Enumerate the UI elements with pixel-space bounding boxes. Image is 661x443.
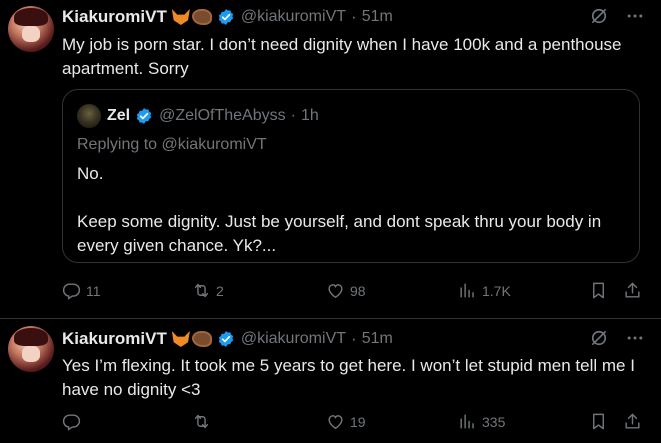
share-button[interactable] [623, 412, 642, 431]
name-emoji [171, 331, 212, 347]
author-handle[interactable]: @kiakuromiVT [241, 330, 346, 348]
verified-badge-icon [218, 9, 233, 25]
more-options-icon[interactable] [625, 328, 645, 348]
reply-icon [62, 414, 81, 431]
post-2[interactable]: KiakuromiVT @kiakuromiVT · 51m Yes I’m f… [0, 319, 661, 443]
author-avatar[interactable] [8, 326, 54, 372]
quoted-post-header: Zel @ZelOfTheAbyss · 1h [107, 104, 319, 128]
like-button[interactable]: 98 [326, 281, 366, 300]
scorpion-emoji-icon [191, 9, 212, 25]
bookmark-icon [593, 282, 604, 299]
reply-count: 11 [86, 282, 101, 299]
bookmark-icon [593, 413, 604, 430]
more-options-icon[interactable] [625, 6, 645, 26]
separator-dot: · [351, 329, 357, 348]
views-button[interactable]: 1.7K [458, 281, 511, 300]
post-action-bar: 19 335 [62, 412, 652, 434]
author-name[interactable]: KiakuromiVT [62, 329, 167, 349]
quoted-author-avatar[interactable] [77, 104, 101, 128]
heart-icon [328, 284, 343, 299]
author-handle[interactable]: @kiakuromiVT [241, 8, 346, 26]
separator-dot: · [351, 7, 357, 26]
views-count: 335 [482, 413, 506, 430]
like-button[interactable]: 19 [326, 412, 366, 431]
bookmark-button[interactable] [589, 281, 608, 300]
views-chart-icon [460, 414, 474, 429]
share-icon [625, 282, 640, 298]
separator-dot: · [290, 107, 296, 124]
replying-to-label: Replying to @kiakuromiVT [77, 136, 267, 153]
share-icon [625, 413, 640, 429]
author-name[interactable]: KiakuromiVT [62, 7, 167, 27]
name-emoji [171, 9, 212, 25]
fox-emoji-icon [171, 9, 190, 25]
repost-count: 2 [216, 282, 224, 299]
repost-icon [194, 414, 209, 429]
reply-button[interactable]: 11 [62, 281, 101, 300]
scorpion-emoji-icon [191, 331, 212, 347]
post-text: Yes I’m flexing. It took me 5 years to g… [62, 356, 640, 399]
post-text: My job is porn star. I don’t need dignit… [62, 35, 627, 78]
post-header: KiakuromiVT @kiakuromiVT · 51m [62, 328, 393, 350]
post-time[interactable]: 51m [362, 8, 393, 26]
reply-button[interactable] [62, 412, 86, 431]
share-button[interactable] [623, 281, 642, 300]
repost-button[interactable]: 2 [192, 281, 224, 300]
views-chart-icon [460, 283, 474, 298]
post-corner-actions [589, 6, 645, 26]
fox-emoji-icon [171, 331, 190, 347]
repost-button[interactable] [192, 412, 216, 431]
reply-icon [62, 283, 81, 300]
quoted-post[interactable]: Zel @ZelOfTheAbyss · 1h Replying to @kia… [62, 89, 640, 263]
post-corner-actions [589, 328, 645, 348]
views-button[interactable]: 335 [458, 412, 505, 431]
quoted-post-time[interactable]: 1h [301, 107, 319, 125]
quoted-post-text: No. Keep some dignity. Just be yourself,… [77, 164, 602, 255]
author-avatar[interactable] [8, 6, 54, 52]
repost-icon [194, 283, 209, 298]
post-action-bar: 11 2 98 1.7K [62, 281, 652, 303]
grok-icon[interactable] [589, 6, 609, 26]
like-count: 98 [350, 282, 366, 299]
post-time[interactable]: 51m [362, 330, 393, 348]
quoted-author-name[interactable]: Zel [107, 107, 130, 125]
views-count: 1.7K [482, 282, 511, 299]
grok-icon[interactable] [589, 328, 609, 348]
bookmark-button[interactable] [589, 412, 608, 431]
quoted-author-handle[interactable]: @ZelOfTheAbyss [159, 107, 286, 125]
verified-badge-icon [218, 331, 233, 347]
heart-icon [328, 415, 343, 430]
post-header: KiakuromiVT @kiakuromiVT · 51m [62, 6, 393, 28]
like-count: 19 [350, 413, 366, 430]
verified-badge-icon [137, 108, 152, 124]
post-1[interactable]: KiakuromiVT @kiakuromiVT · 51m My job is… [0, 0, 661, 318]
